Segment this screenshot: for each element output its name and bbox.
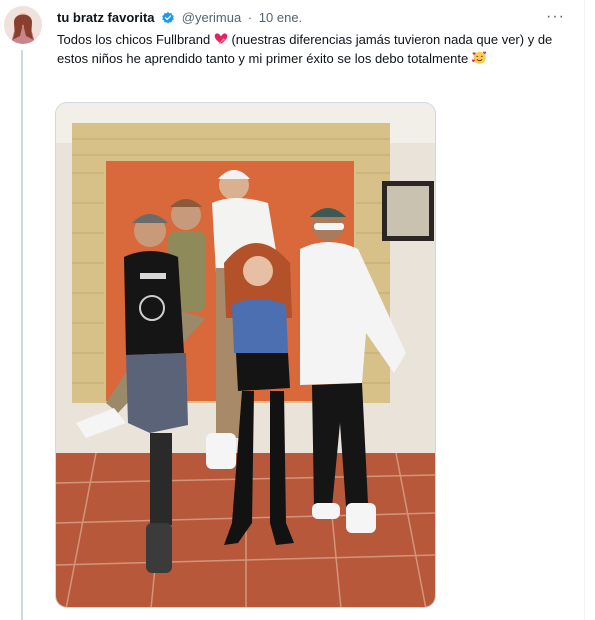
tweet-photo[interactable] xyxy=(55,102,436,608)
tweet-header: tu bratz favorita @yerimua · 10 ene. xyxy=(57,10,302,29)
tweet-text: Todos los chicos Fullbrand (nuestras dif… xyxy=(57,30,562,68)
timestamp[interactable]: 10 ene. xyxy=(259,10,302,25)
display-name[interactable]: tu bratz favorita xyxy=(57,10,155,25)
verified-badge-icon xyxy=(161,11,175,29)
smiling-face-with-hearts-emoji-icon xyxy=(471,50,486,64)
avatar-image xyxy=(4,6,42,44)
heart-emoji-icon xyxy=(214,32,228,46)
separator-dot: · xyxy=(247,10,253,25)
column-border xyxy=(584,0,585,620)
more-options-icon[interactable]: ··· xyxy=(546,8,565,26)
handle[interactable]: @yerimua xyxy=(182,10,241,25)
avatar[interactable] xyxy=(4,6,42,44)
thread-line xyxy=(21,50,23,620)
tweet-text-part-1: Todos los chicos Fullbrand xyxy=(57,32,211,47)
group-photo-image xyxy=(56,103,435,607)
